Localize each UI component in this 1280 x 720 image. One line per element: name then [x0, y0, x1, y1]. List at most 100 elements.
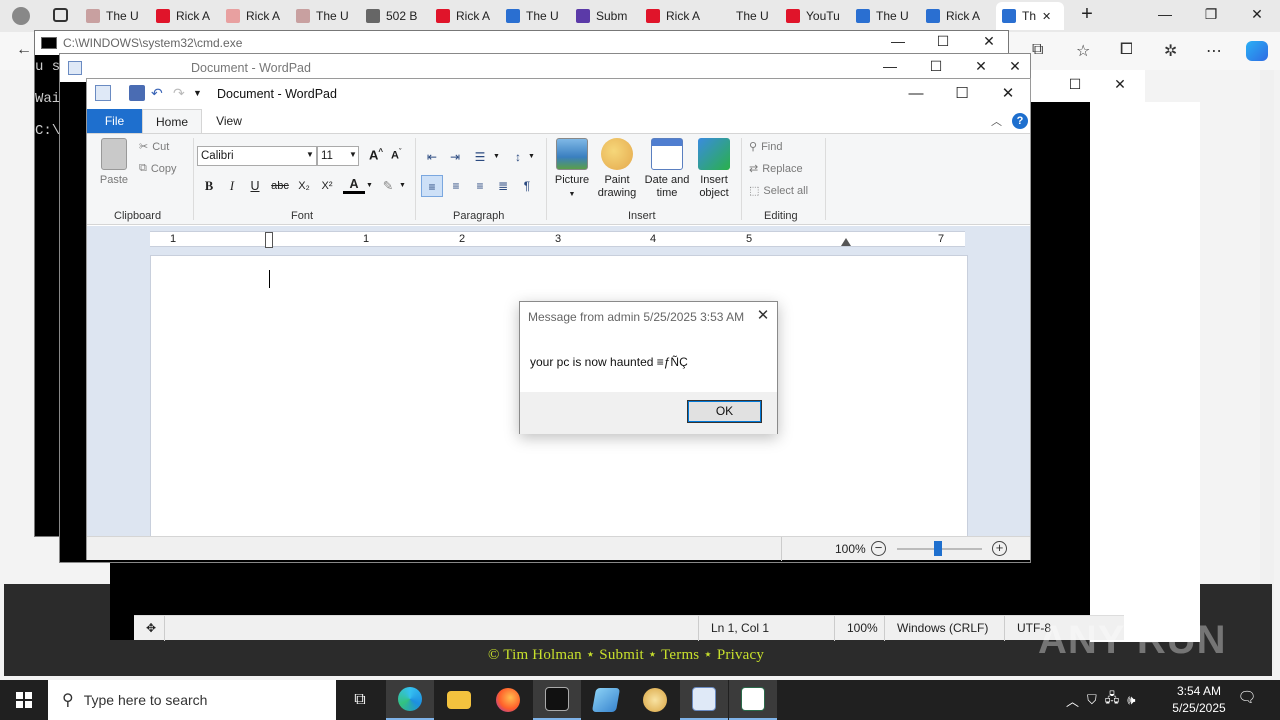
collapse-ribbon-icon[interactable]: ︿ — [991, 113, 1002, 129]
footer-links[interactable]: © Tim Holman ⋆ Submit ⋆ Terms ⋆ Privacy — [488, 645, 764, 664]
defender-icon[interactable]: ⛉ — [1087, 692, 1097, 708]
browser-tab[interactable]: The U — [856, 4, 920, 28]
customize-qat-icon[interactable]: ▼ — [193, 88, 209, 104]
tab-file[interactable]: File — [87, 109, 142, 133]
restore-icon[interactable]: ❐ — [1196, 6, 1226, 23]
wordpad-minimize-icon[interactable]: — — [893, 83, 939, 107]
underline-button[interactable]: U — [244, 175, 266, 197]
zoom-in-icon[interactable]: + — [992, 541, 1007, 556]
wordpad-close-icon[interactable]: ✕ — [985, 83, 1031, 107]
highlight-button[interactable]: ✎ — [377, 175, 399, 197]
taskbar-search[interactable]: ⚲ Type here to search — [48, 680, 336, 720]
decrease-indent-button[interactable]: ⇤ — [421, 146, 443, 168]
redo-icon[interactable]: ↷ — [173, 85, 189, 101]
font-color-button[interactable]: A — [343, 175, 365, 194]
ok-button[interactable]: OK — [687, 400, 762, 423]
browser-tab[interactable]: Rick A — [926, 4, 990, 28]
favorites-icon[interactable]: ☆ — [1076, 41, 1090, 61]
browser-tab[interactable]: 502 B — [366, 4, 430, 28]
taskbar-wordpad[interactable] — [680, 680, 728, 720]
tab-view[interactable]: View — [209, 109, 249, 133]
new-tab-icon[interactable]: + — [1072, 3, 1102, 26]
browser-tab[interactable]: Rick A — [436, 4, 500, 28]
move-icon[interactable]: ✥ — [134, 616, 164, 641]
align-center-button[interactable]: ≡ — [445, 175, 467, 197]
chevron-up-icon[interactable]: ︿ — [1066, 691, 1079, 710]
bullets-dropdown-icon[interactable]: ▼ — [493, 153, 500, 160]
right-indent-marker[interactable] — [841, 238, 851, 246]
justify-button[interactable]: ≣ — [492, 175, 514, 197]
taskbar-wordpad-2[interactable] — [729, 680, 777, 720]
italic-button[interactable]: I — [221, 175, 243, 197]
volume-icon[interactable]: 🕪 — [1127, 692, 1135, 708]
cut-button[interactable]: ✂ Cut — [139, 140, 169, 154]
taskbar-paint[interactable] — [631, 680, 679, 720]
save-icon[interactable] — [129, 85, 145, 101]
network-icon[interactable]: 🖧 — [1105, 689, 1120, 711]
align-right-button[interactable]: ≡ — [469, 175, 491, 197]
cmd-minimize-icon[interactable]: — — [883, 33, 913, 49]
bullets-button[interactable]: ☰ — [469, 146, 491, 168]
minimize-icon[interactable]: — — [1150, 6, 1180, 22]
browser-tab[interactable]: The U — [506, 4, 570, 28]
wordpad-back-minimize-icon[interactable]: — — [875, 58, 905, 74]
browser-tab[interactable]: The U — [716, 4, 780, 28]
copilot-icon[interactable] — [1246, 41, 1268, 61]
increase-indent-button[interactable]: ⇥ — [444, 146, 466, 168]
bold-button[interactable]: B — [198, 175, 220, 197]
page-scrollbar[interactable] — [1260, 70, 1274, 670]
taskbar-cmd[interactable] — [533, 680, 581, 720]
extensions-icon[interactable]: ✲ — [1164, 41, 1177, 61]
grow-font-icon[interactable]: A^ — [369, 147, 383, 162]
shrink-font-icon[interactable]: Aˇ — [391, 149, 401, 162]
paste-button[interactable]: Paste — [97, 138, 131, 187]
dialog-close-icon[interactable]: ✕ — [754, 306, 772, 324]
font-family-select[interactable]: Calibri — [197, 146, 317, 166]
superscript-button[interactable]: X² — [316, 175, 338, 197]
browser-tab[interactable]: Rick A — [646, 4, 710, 28]
picture-button[interactable]: Picture ▼ — [551, 138, 593, 201]
font-color-dropdown-icon[interactable]: ▼ — [366, 182, 373, 189]
back-icon[interactable]: ← — [16, 41, 32, 59]
replace-button[interactable]: ⇄ Replace — [749, 162, 803, 176]
cmd-close-icon[interactable]: ✕ — [974, 33, 1004, 50]
tab-home[interactable]: Home — [142, 109, 202, 133]
tab-close-icon[interactable]: ✕ — [1042, 10, 1051, 23]
wordpad-maximize-icon[interactable]: ☐ — [939, 83, 985, 107]
browser-tab[interactable]: Rick A — [156, 4, 220, 28]
taskbar-explorer[interactable] — [435, 680, 483, 720]
tab-actions-icon[interactable] — [53, 8, 68, 22]
profile-icon[interactable] — [12, 7, 30, 25]
browser-tab[interactable]: The U — [296, 4, 360, 28]
zoom-slider-thumb[interactable] — [934, 541, 942, 556]
line-spacing-dropdown-icon[interactable]: ▼ — [528, 153, 535, 160]
align-left-button[interactable]: ≡ — [421, 175, 443, 197]
taskbar-firefox[interactable] — [484, 680, 532, 720]
font-family-dropdown-icon[interactable]: ▼ — [306, 150, 314, 159]
browser-tab[interactable]: Th ✕ — [996, 2, 1064, 30]
date-time-button[interactable]: Date and time — [641, 138, 693, 200]
start-button[interactable] — [0, 680, 48, 720]
notification-icon[interactable]: 🗨 — [1236, 688, 1258, 710]
browser-tab[interactable]: The U — [86, 4, 150, 28]
taskbar-edge[interactable] — [386, 680, 434, 720]
notepad-close-icon[interactable]: ✕ — [1105, 76, 1135, 93]
task-view-button[interactable]: ⧉ — [336, 680, 384, 720]
notepad-restore-icon[interactable]: ☐ — [1060, 76, 1090, 93]
taskbar-notepad[interactable] — [582, 680, 630, 720]
subscript-button[interactable]: X₂ — [293, 175, 315, 197]
help-icon[interactable]: ? — [1012, 113, 1028, 129]
paint-drawing-button[interactable]: Paint drawing — [595, 138, 639, 200]
close-icon[interactable]: ✕ — [1242, 6, 1272, 23]
clock[interactable]: 3:54 AM 5/25/2025 — [1164, 683, 1234, 717]
insert-object-button[interactable]: Insert object — [695, 138, 733, 200]
strikethrough-button[interactable]: abc — [269, 175, 291, 197]
zoom-out-icon[interactable]: − — [871, 541, 886, 556]
ruler[interactable]: 1 1 2 3 4 5 7 — [150, 231, 965, 248]
wordpad-back-close2-icon[interactable]: ✕ — [1000, 58, 1030, 75]
highlight-dropdown-icon[interactable]: ▼ — [399, 182, 406, 189]
indent-marker[interactable] — [265, 232, 273, 248]
find-button[interactable]: ⚲ Find — [749, 140, 782, 154]
undo-icon[interactable]: ↶ — [151, 85, 167, 101]
browser-tab[interactable]: Rick A — [226, 4, 290, 28]
